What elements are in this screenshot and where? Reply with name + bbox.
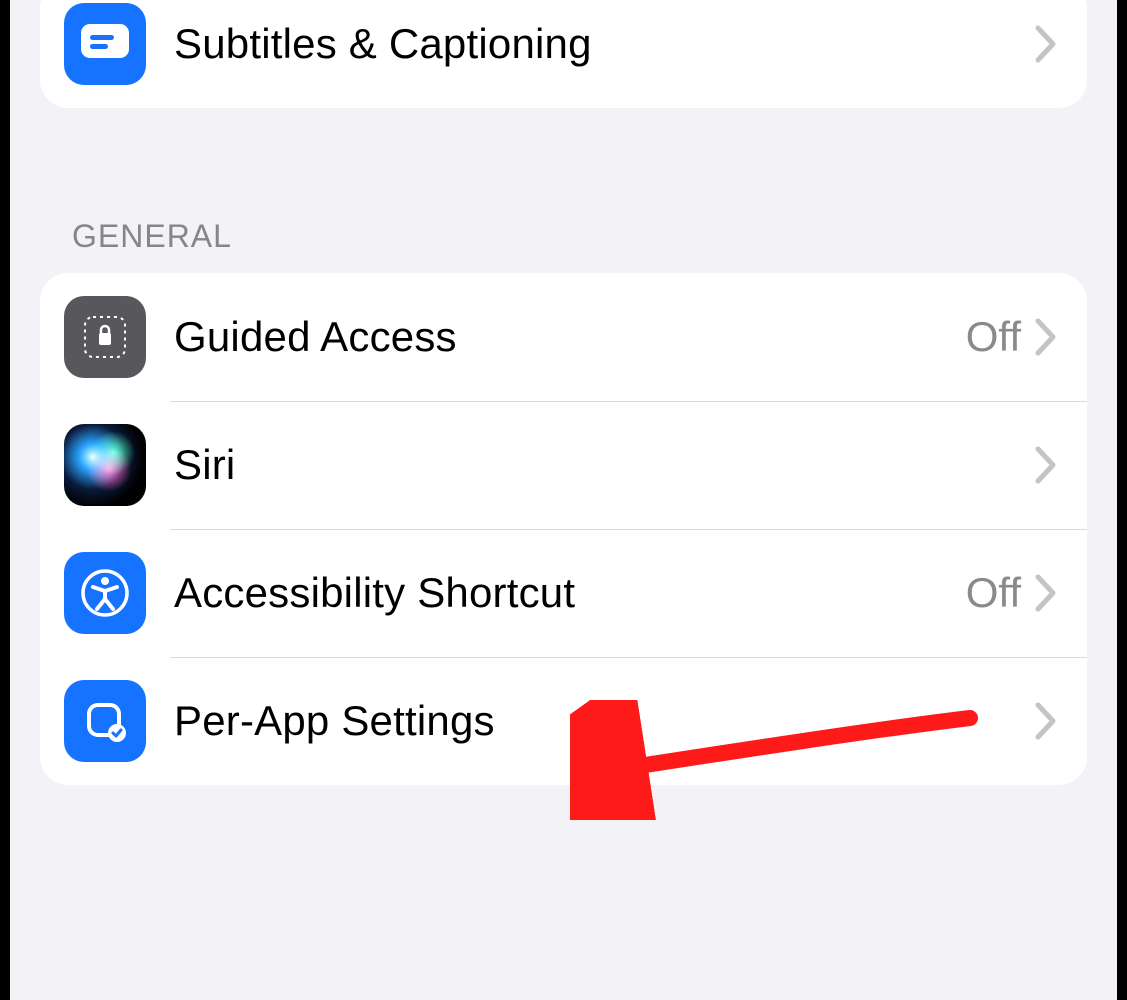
settings-screen: Subtitles & Captioning GENERAL Guided Ac… (10, 0, 1117, 1000)
per-app-settings-icon (64, 680, 146, 762)
chevron-right-icon (1035, 446, 1057, 484)
chevron-right-icon (1035, 574, 1057, 612)
captions-icon (64, 3, 146, 85)
row-guided-access[interactable]: Guided Access Off (40, 273, 1087, 401)
siri-icon (64, 424, 146, 506)
row-value: Off (966, 313, 1021, 361)
row-accessibility-shortcut[interactable]: Accessibility Shortcut Off (40, 529, 1087, 657)
section-header-general: GENERAL (72, 218, 1117, 255)
chevron-right-icon (1035, 25, 1057, 63)
row-siri[interactable]: Siri (40, 401, 1087, 529)
row-label: Siri (174, 441, 1035, 489)
row-subtitles-captioning[interactable]: Subtitles & Captioning (40, 0, 1087, 108)
settings-group-general: Guided Access Off Siri Accessibility Sho… (40, 273, 1087, 785)
row-label: Guided Access (174, 313, 966, 361)
row-label: Accessibility Shortcut (174, 569, 966, 617)
accessibility-icon (64, 552, 146, 634)
row-label: Subtitles & Captioning (174, 20, 1035, 68)
chevron-right-icon (1035, 318, 1057, 356)
row-label: Per-App Settings (174, 697, 1035, 745)
row-per-app-settings[interactable]: Per-App Settings (40, 657, 1087, 785)
settings-group-hearing: Subtitles & Captioning (40, 0, 1087, 108)
row-value: Off (966, 569, 1021, 617)
guided-access-icon (64, 296, 146, 378)
chevron-right-icon (1035, 702, 1057, 740)
